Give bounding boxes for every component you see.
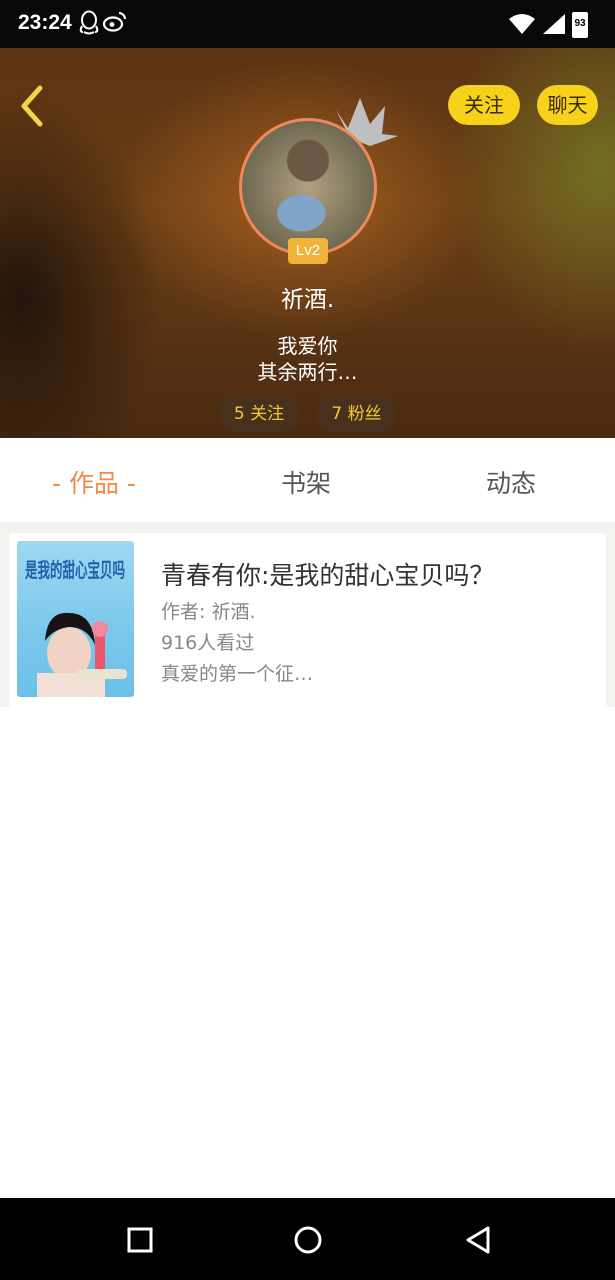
book-cover-art: 是我的甜心宝贝吗 bbox=[24, 558, 127, 697]
works-list: 是我的甜心宝贝吗 青春有你:是我的甜心宝贝吗？ 作者: 祈酒. 916人看过 真… bbox=[0, 522, 615, 707]
book-cover: 是我的甜心宝贝吗 bbox=[17, 541, 134, 697]
book-title[interactable]: 青春有你:是我的甜心宝贝吗？ bbox=[161, 556, 494, 592]
level-badge: Lv2 bbox=[288, 238, 328, 264]
status-time: 23:24 bbox=[18, 11, 72, 34]
status-bar: 23:24 93 bbox=[0, 0, 615, 48]
recents-button[interactable] bbox=[118, 1218, 162, 1262]
following-count[interactable]: 5 关注 bbox=[219, 396, 299, 432]
bio-line-1: 我爱你 bbox=[277, 334, 338, 358]
home-button[interactable] bbox=[286, 1218, 330, 1262]
svg-text:是我的甜心宝贝吗: 是我的甜心宝贝吗 bbox=[24, 558, 125, 582]
work-card[interactable]: 是我的甜心宝贝吗 青春有你:是我的甜心宝贝吗？ 作者: 祈酒. 916人看过 真… bbox=[9, 533, 606, 707]
fans-count[interactable]: 7 粉丝 bbox=[316, 396, 397, 432]
battery-icon: 93 bbox=[572, 12, 588, 38]
profile-header: 关注 聊天 Lv2 祈酒. 我爱你 其余两行… 5 关注 7 粉丝 bbox=[0, 48, 615, 438]
book-description: 真爱的第一个征… bbox=[161, 663, 314, 685]
profile-tabs: - 作品 - 书架 动态 bbox=[0, 438, 615, 522]
follow-button[interactable]: 关注 bbox=[448, 85, 520, 125]
system-nav-bar bbox=[0, 1198, 615, 1280]
signal-icon bbox=[543, 14, 565, 34]
username: 祈酒. bbox=[280, 287, 335, 313]
back-nav-button[interactable] bbox=[456, 1218, 500, 1262]
book-views: 916人看过 bbox=[161, 632, 255, 654]
battery-level: 93 bbox=[574, 18, 586, 29]
weibo-icon bbox=[102, 12, 126, 32]
tab-works[interactable]: - 作品 - bbox=[52, 464, 136, 500]
avatar[interactable] bbox=[239, 118, 377, 256]
chat-button[interactable]: 聊天 bbox=[537, 85, 598, 125]
tab-bookshelf[interactable]: 书架 bbox=[281, 464, 331, 500]
book-author: 作者: 祈酒. bbox=[161, 601, 256, 623]
tab-moments[interactable]: 动态 bbox=[486, 464, 536, 500]
bio-line-2: 其余两行… bbox=[257, 360, 358, 384]
qq-icon bbox=[79, 10, 99, 35]
back-button[interactable] bbox=[14, 84, 50, 128]
wifi-icon bbox=[509, 14, 535, 34]
